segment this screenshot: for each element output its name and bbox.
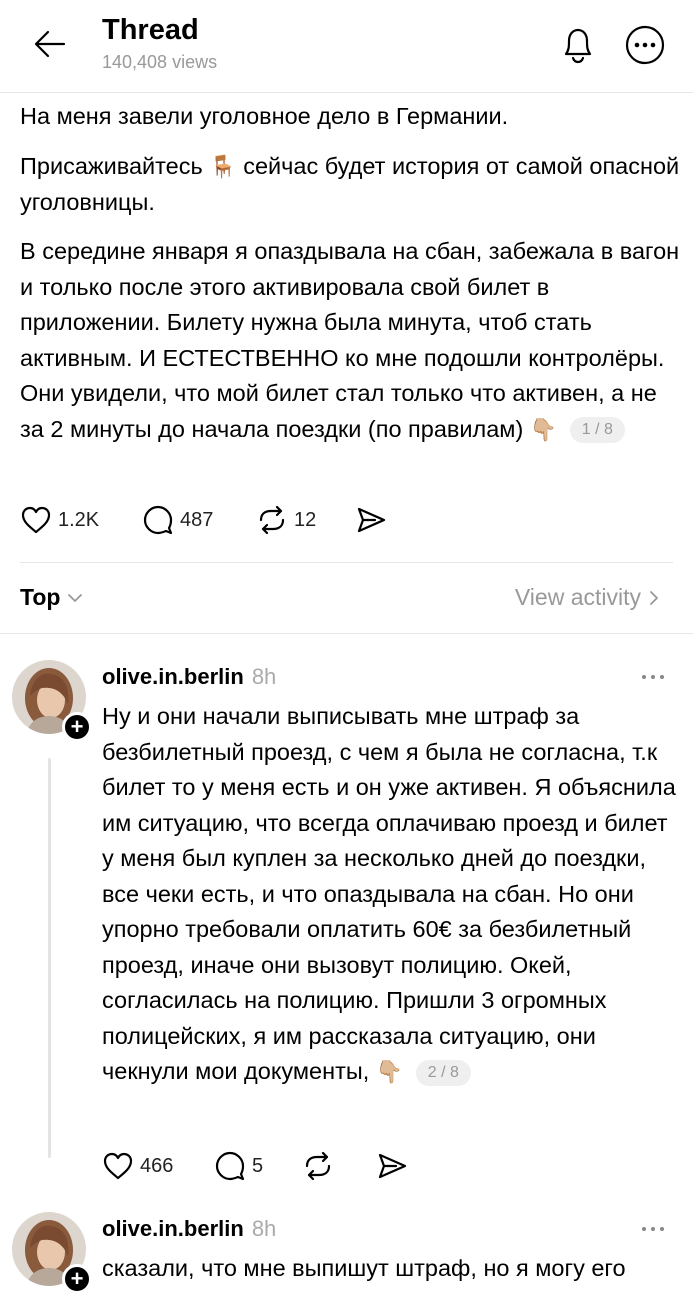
heart-icon [103,1152,133,1180]
repost-icon [259,505,285,535]
reply-body: Ну и они начали выписывать мне штраф за … [102,699,682,1090]
page-indicator: 1 / 8 [569,417,625,444]
divider [20,562,673,563]
reply-avatar-group: + [12,1212,102,1296]
bell-icon[interactable] [558,22,598,66]
reply-more-options-icon[interactable] [638,672,668,682]
share-send-icon [378,1153,407,1179]
header-divider [0,92,693,93]
sort-label: Top [20,584,61,610]
pointing-down-emoji-icon: 👇🏼 [375,1059,404,1084]
reply-text: Ну и они начали выписывать мне штраф за … [102,703,676,1084]
reply-time: 8h [251,664,277,689]
page-title: Thread [102,14,199,46]
chair-emoji-icon: 🪑 [209,154,237,179]
repost-count: 12 [294,508,317,531]
reply-time: 8h [251,1216,277,1241]
post-paragraph-2: Присаживайтесь 🪑 сейчас будет история от… [20,149,680,220]
follow-plus-button[interactable]: + [62,1264,92,1294]
like-button[interactable]: 1.2K [20,504,99,536]
reply-like-button[interactable]: 466 [102,1150,173,1182]
share-button[interactable] [355,504,387,536]
view-count: 140,408 views [102,52,218,72]
reply-header: olive.in.berlin 8h [102,664,276,690]
reply-comment-count: 5 [252,1154,264,1177]
sort-row: Top View activity [20,582,673,618]
chevron-right-icon [650,590,658,605]
reply-repost-button[interactable] [302,1150,334,1182]
divider [0,633,693,634]
reply-username[interactable]: olive.in.berlin [102,1216,244,1241]
post-paragraph-1: На меня завели уголовное дело в Германии… [20,103,509,129]
view-activity-label: View activity [514,584,641,610]
reply-avatar-group: + [12,660,102,744]
sort-dropdown[interactable]: Top [20,584,86,611]
pointing-down-emoji-icon: 👇🏼 [529,416,558,442]
post-text: Присаживайтесь [20,153,203,179]
thread-connector-line [48,758,51,1158]
back-arrow-icon[interactable] [30,26,70,62]
heart-icon [21,506,51,534]
top-bar: Thread 140,408 views [0,0,693,92]
page-indicator: 2 / 8 [415,1059,471,1086]
chevron-down-icon [68,593,83,602]
post-text: В середине января я опаздывала на сбан, … [20,238,680,442]
reply-header: olive.in.berlin 8h [102,1216,276,1242]
repost-icon [305,1151,331,1181]
reply-username[interactable]: olive.in.berlin [102,664,244,689]
comment-button[interactable]: 487 [142,504,213,536]
reply-like-count: 466 [140,1154,174,1177]
more-options-icon[interactable] [624,24,666,66]
like-count: 1.2K [58,508,100,531]
comment-count: 487 [180,508,214,531]
reply-share-button[interactable] [376,1150,408,1182]
follow-plus-button[interactable]: + [62,712,92,742]
post-paragraph-3: В середине января я опаздывала на сбан, … [20,234,680,447]
repost-button[interactable]: 12 [256,504,316,536]
reply-body: сказали, что мне выпишут штраф, но я мог… [102,1251,682,1287]
comment-bubble-icon [143,505,173,535]
comment-bubble-icon [215,1151,245,1181]
view-activity-link[interactable]: View activity [515,584,663,611]
reply-comment-button[interactable]: 5 [214,1150,263,1182]
reply-text: сказали, что мне выпишут штраф, но я мог… [102,1255,626,1281]
share-send-icon [357,507,386,533]
reply-more-options-icon[interactable] [638,1224,668,1234]
